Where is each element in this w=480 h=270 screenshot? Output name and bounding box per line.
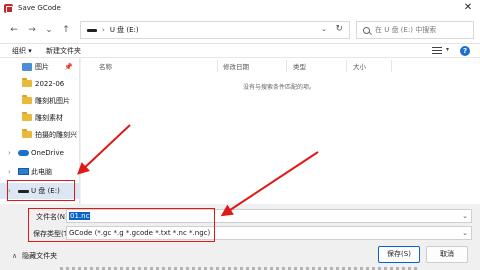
- help-icon[interactable]: ?: [460, 46, 470, 56]
- image-icon: [22, 63, 32, 71]
- address-dropdown[interactable]: ⌄: [321, 25, 327, 33]
- pin-icon: 📌: [64, 63, 73, 71]
- sidebar-item-label: 2022-06: [35, 80, 65, 88]
- view-options-icon[interactable]: [432, 47, 442, 54]
- address-separator: ›: [102, 26, 105, 34]
- navigation-bar: ← → ⌄ ↑ › U 盘 (E:) ⌄ ↻: [0, 16, 480, 44]
- dialog-footer: ∧ 隐藏文件夹 保存(S) 取消: [0, 242, 480, 270]
- sidebar-item-engraving-materials[interactable]: 雕刻素材: [0, 110, 79, 126]
- folder-icon: [22, 129, 32, 138]
- sidebar-item-engraver-images[interactable]: 雕刻机图片: [0, 93, 79, 109]
- organize-menu[interactable]: 组织 ▾: [12, 46, 32, 56]
- sidebar-item-this-pc[interactable]: › 此电脑: [0, 164, 79, 180]
- chevron-down-icon[interactable]: ⌄: [462, 229, 468, 237]
- search-input[interactable]: [375, 26, 470, 34]
- up-button[interactable]: ↑: [60, 24, 72, 36]
- empty-message: 没有与搜索条件匹配的项。: [243, 84, 316, 91]
- column-divider[interactable]: [217, 60, 218, 72]
- folder-icon: [22, 78, 32, 87]
- back-button[interactable]: ←: [8, 24, 20, 36]
- save-form: 文件名(N): 01.nc ⌄ 保存类型(T): GCode (*.gc *.g…: [0, 204, 480, 242]
- sidebar-item-2022-06[interactable]: 2022-06: [0, 76, 79, 92]
- sidebar-item-label: 拍摄的雕刻兴: [35, 131, 77, 139]
- search-icon: [363, 26, 370, 34]
- sidebar-item-usb-drive[interactable]: › U 盘 (E:): [0, 183, 79, 199]
- chevron-right-icon[interactable]: ›: [8, 168, 11, 176]
- close-button[interactable]: ✕: [462, 2, 474, 14]
- window-title: Save GCode: [18, 4, 61, 12]
- sidebar-item-pictures[interactable]: 图片 📌: [0, 59, 79, 75]
- sidebar-item-label: U 盘 (E:): [31, 187, 60, 195]
- folder-icon: [22, 112, 32, 121]
- search-box[interactable]: [356, 21, 474, 39]
- column-divider[interactable]: [346, 60, 347, 72]
- navigation-pane: 图片 📌 2022-06 雕刻机图片 雕刻素材 拍摄的雕刻兴 › OneDriv…: [0, 58, 80, 204]
- chevron-down-icon[interactable]: ⌄: [462, 212, 468, 220]
- hide-folders-label: 隐藏文件夹: [22, 252, 58, 260]
- column-divider[interactable]: [286, 60, 287, 72]
- address-bar[interactable]: › U 盘 (E:) ⌄ ↻: [80, 21, 350, 39]
- sidebar-item-label: OneDrive: [31, 149, 64, 157]
- computer-icon: [18, 168, 29, 175]
- column-header-size[interactable]: 大小: [353, 61, 366, 71]
- refresh-icon[interactable]: ↻: [335, 24, 343, 34]
- chevron-up-icon: ∧: [12, 252, 18, 260]
- filetype-value[interactable]: GCode (*.gc *.g *.gcode *.txt *.nc *.ngc…: [69, 229, 210, 237]
- column-header-name[interactable]: 名称: [99, 61, 112, 71]
- column-header-date[interactable]: 修改日期: [223, 61, 249, 71]
- drive-icon: [18, 190, 29, 193]
- filetype-row: 保存类型(T): GCode (*.gc *.g *.gcode *.txt *…: [0, 225, 480, 241]
- save-button[interactable]: 保存(S): [378, 246, 420, 263]
- sidebar-item-onedrive[interactable]: › OneDrive: [0, 145, 79, 161]
- app-icon: [4, 3, 13, 13]
- filename-field[interactable]: 01.nc ⌄: [66, 209, 472, 223]
- folder-icon: [22, 95, 32, 104]
- cloud-icon: [18, 150, 29, 156]
- recent-locations-dropdown[interactable]: ⌄: [43, 24, 55, 36]
- filetype-select[interactable]: GCode (*.gc *.g *.gcode *.txt *.nc *.ngc…: [66, 226, 472, 240]
- command-toolbar: 组织 ▾ 新建文件夹 ▾ ?: [0, 44, 480, 58]
- sidebar-item-label: 雕刻机图片: [35, 97, 70, 105]
- chevron-right-icon[interactable]: ›: [8, 187, 11, 195]
- filename-value[interactable]: 01.nc: [69, 212, 91, 220]
- address-path[interactable]: U 盘 (E:): [110, 25, 139, 35]
- column-header-type[interactable]: 类型: [293, 61, 306, 71]
- filename-row: 文件名(N): 01.nc ⌄: [0, 208, 480, 224]
- forward-button[interactable]: →: [26, 24, 38, 36]
- hide-folders-toggle[interactable]: ∧ 隐藏文件夹: [12, 251, 57, 261]
- file-list[interactable]: 名称 修改日期 类型 大小 没有与搜索条件匹配的项。: [81, 58, 480, 204]
- drive-icon: [87, 28, 97, 32]
- sidebar-item-label: 图片: [35, 63, 49, 71]
- view-dropdown[interactable]: ▾: [446, 46, 449, 53]
- sidebar-item-label: 雕刻素材: [35, 114, 63, 122]
- chevron-right-icon[interactable]: ›: [8, 149, 11, 157]
- title-bar: Save GCode ✕: [0, 0, 480, 16]
- new-folder-button[interactable]: 新建文件夹: [46, 46, 81, 56]
- column-divider[interactable]: [391, 60, 392, 72]
- cancel-button[interactable]: 取消: [426, 246, 468, 263]
- sidebar-item-photographed-engravings[interactable]: 拍摄的雕刻兴: [0, 127, 79, 143]
- sidebar-item-label: 此电脑: [31, 168, 52, 176]
- filename-label: 文件名(N):: [36, 213, 71, 221]
